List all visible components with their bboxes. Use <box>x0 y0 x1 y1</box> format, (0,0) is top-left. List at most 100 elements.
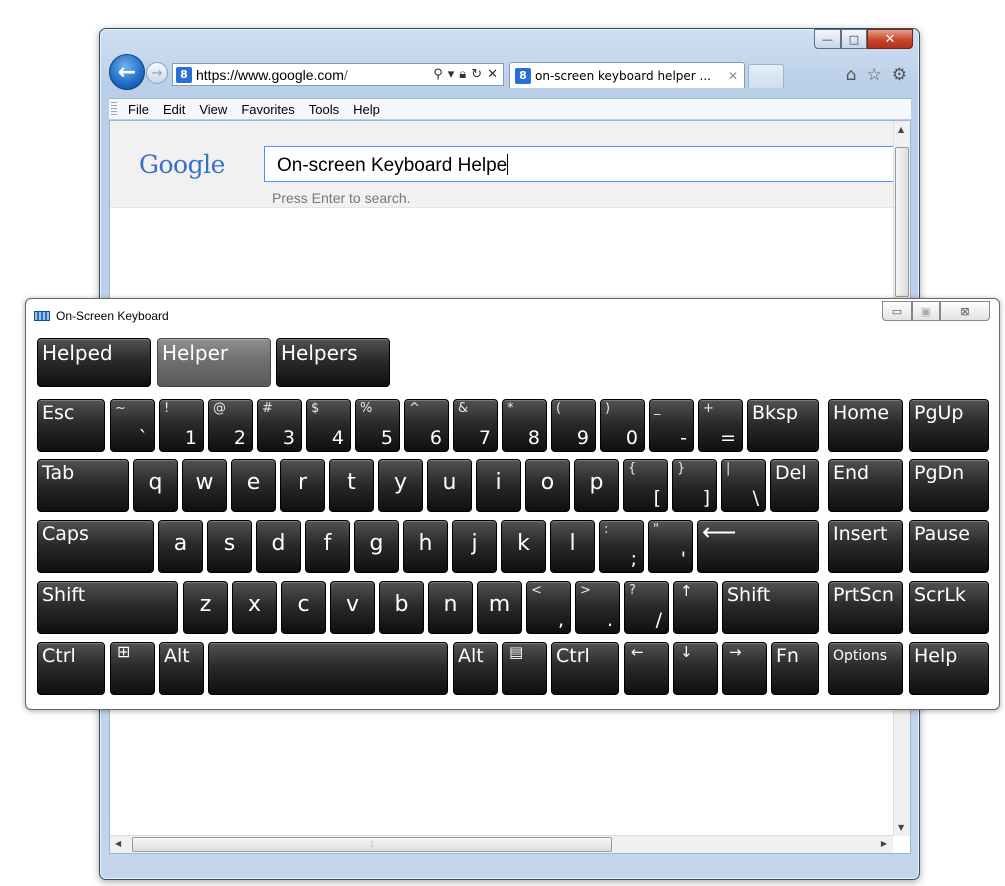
forward-button[interactable]: → <box>146 62 168 84</box>
key-t[interactable]: t <box>329 459 374 512</box>
key-5[interactable]: % 5 <box>355 399 400 452</box>
key-backspace[interactable]: Bksp <box>747 399 819 452</box>
new-tab-button[interactable] <box>748 64 784 88</box>
key-semicolon[interactable]: :; <box>599 520 644 573</box>
key-e[interactable]: e <box>231 459 276 512</box>
key-backtick[interactable]: ~ ` <box>110 399 155 452</box>
dropdown-icon[interactable]: ▾ <box>448 67 455 82</box>
osk-close-button[interactable]: ⊠ <box>940 301 990 321</box>
key-i[interactable]: i <box>476 459 521 512</box>
key-3[interactable]: #3 <box>257 399 302 452</box>
scroll-right-icon[interactable]: ▶ <box>881 839 887 848</box>
key-right-ctrl[interactable]: Ctrl <box>551 642 619 695</box>
key-pgdn[interactable]: PgDn <box>909 459 989 512</box>
key-8[interactable]: * 8 <box>502 399 547 452</box>
key-tab[interactable]: Tab <box>37 459 129 512</box>
key-quote[interactable]: " ' <box>648 520 693 573</box>
stop-icon[interactable]: ✕ <box>487 67 498 82</box>
close-button[interactable]: ✕ <box>867 29 913 49</box>
osk-maximize-button[interactable]: ▣ <box>912 301 940 321</box>
menu-favorites[interactable]: Favorites <box>241 102 294 117</box>
key-help[interactable]: Help <box>909 642 989 695</box>
key-0[interactable]: ) 0 <box>600 399 645 452</box>
minimize-button[interactable]: — <box>814 29 841 49</box>
key-l[interactable]: l <box>550 520 595 573</box>
key-m[interactable]: m <box>477 581 522 634</box>
key-x[interactable]: x <box>232 581 277 634</box>
key-down-arrow[interactable]: ↓ <box>673 642 718 695</box>
favorites-star-icon[interactable]: ☆ <box>867 65 882 85</box>
tab-google[interactable]: 8 on-screen keyboard helper ... ✕ <box>509 62 745 88</box>
key-f[interactable]: f <box>305 520 350 573</box>
scroll-left-icon[interactable]: ◀ <box>115 839 121 848</box>
key-equals[interactable]: + = <box>698 399 743 452</box>
refresh-icon[interactable]: ↻ <box>471 67 482 82</box>
maximize-button[interactable]: □ <box>841 29 867 49</box>
key-o[interactable]: o <box>525 459 570 512</box>
key-prtscn[interactable]: PrtScn <box>828 581 903 634</box>
key-scrlk[interactable]: ScrLk <box>909 581 989 634</box>
menu-edit[interactable]: Edit <box>163 102 185 117</box>
key-z[interactable]: z <box>183 581 228 634</box>
key-2[interactable]: @2 <box>208 399 253 452</box>
key-left-shift[interactable]: Shift <box>37 581 178 634</box>
key-slash[interactable]: ? / <box>624 581 669 634</box>
key-6[interactable]: ^ 6 <box>404 399 449 452</box>
key-menu[interactable]: ▤ <box>502 642 547 695</box>
lock-icon[interactable]: 🔒︎ <box>459 67 466 82</box>
menu-help[interactable]: Help <box>353 102 380 117</box>
tab-close-icon[interactable]: ✕ <box>728 69 738 83</box>
key-enter[interactable]: ⟵ <box>697 520 819 573</box>
home-icon[interactable]: ⌂ <box>846 65 857 85</box>
search-icon[interactable]: ⚲ <box>433 67 443 82</box>
key-windows[interactable]: ⊞ <box>110 642 155 695</box>
key-up-arrow[interactable]: ↑ <box>673 581 718 634</box>
key-q[interactable]: q <box>133 459 178 512</box>
search-input[interactable]: On-screen Keyboard Helpe <box>264 146 896 182</box>
key-home[interactable]: Home <box>828 399 903 452</box>
back-button[interactable]: ← <box>109 54 145 90</box>
key-h[interactable]: h <box>403 520 448 573</box>
key-u[interactable]: u <box>427 459 472 512</box>
vertical-scroll-thumb[interactable] <box>895 147 909 297</box>
horizontal-scrollbar[interactable]: ◀ ⦙ ▶ <box>110 835 893 853</box>
key-right-bracket[interactable]: }] <box>672 459 717 512</box>
key-w[interactable]: w <box>182 459 227 512</box>
key-left-bracket[interactable]: {[ <box>623 459 668 512</box>
scroll-up-icon[interactable]: ▲ <box>898 125 904 134</box>
prediction-helped[interactable]: Helped <box>37 338 151 387</box>
key-pgup[interactable]: PgUp <box>909 399 989 452</box>
key-4[interactable]: $4 <box>306 399 351 452</box>
menu-view[interactable]: View <box>199 102 227 117</box>
key-k[interactable]: k <box>501 520 546 573</box>
key-r[interactable]: r <box>280 459 325 512</box>
google-logo[interactable]: Google <box>139 150 225 179</box>
key-s[interactable]: s <box>207 520 252 573</box>
key-insert[interactable]: Insert <box>828 520 903 573</box>
key-v[interactable]: v <box>330 581 375 634</box>
key-end[interactable]: End <box>828 459 903 512</box>
key-options[interactable]: Options <box>828 642 903 695</box>
key-caps[interactable]: Caps <box>37 520 154 573</box>
key-esc[interactable]: Esc <box>37 399 105 452</box>
prediction-helper[interactable]: Helper <box>157 338 271 387</box>
key-space[interactable] <box>208 642 448 695</box>
key-9[interactable]: (9 <box>551 399 596 452</box>
key-g[interactable]: g <box>354 520 399 573</box>
key-right-alt[interactable]: Alt <box>453 642 498 695</box>
key-1[interactable]: ! 1 <box>159 399 204 452</box>
key-y[interactable]: y <box>378 459 423 512</box>
osk-minimize-button[interactable]: ▭ <box>882 301 912 321</box>
key-left-ctrl[interactable]: Ctrl <box>37 642 105 695</box>
menu-tools[interactable]: Tools <box>309 102 339 117</box>
key-n[interactable]: n <box>428 581 473 634</box>
key-pause[interactable]: Pause <box>909 520 989 573</box>
key-j[interactable]: j <box>452 520 497 573</box>
prediction-helpers[interactable]: Helpers <box>276 338 390 387</box>
key-c[interactable]: c <box>281 581 326 634</box>
key-p[interactable]: p <box>574 459 619 512</box>
key-backslash[interactable]: | \ <box>721 459 766 512</box>
key-comma[interactable]: <, <box>526 581 571 634</box>
key-right-shift[interactable]: Shift <box>722 581 819 634</box>
menu-file[interactable]: File <box>128 102 149 117</box>
